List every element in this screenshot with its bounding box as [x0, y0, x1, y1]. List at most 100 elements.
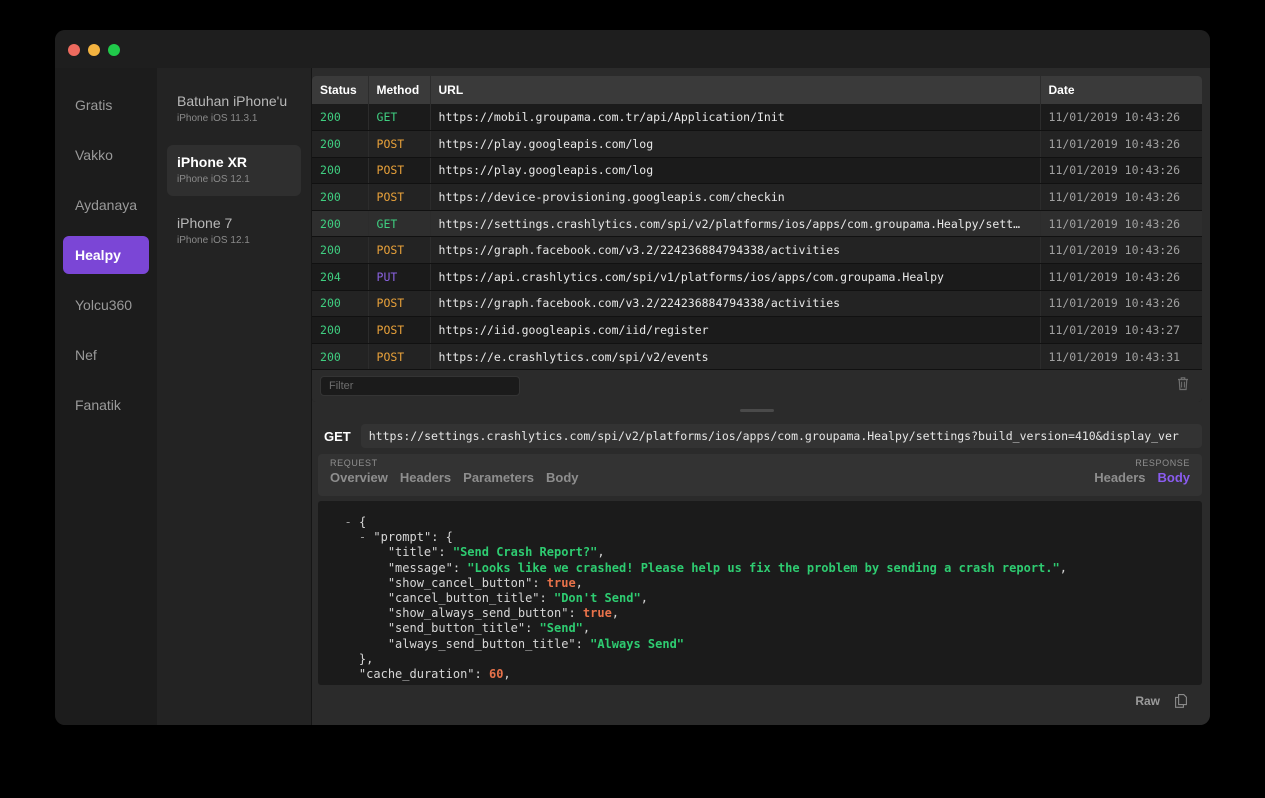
sidebar-item-nef[interactable]: Nef	[63, 336, 149, 374]
json-line: },	[358, 651, 374, 666]
response-section-caption: RESPONSE	[1135, 458, 1191, 468]
sidebar-item-label: Fanatik	[75, 397, 121, 413]
table-header-row: Status Method URL Date	[312, 76, 1203, 104]
cell-url: https://iid.googleapis.com/iid/register	[430, 316, 1041, 344]
tab-request-parameters[interactable]: Parameters	[463, 470, 534, 485]
cell-status: 200	[312, 183, 369, 211]
response-body-json-viewer[interactable]: - { - "prompt": { "title": "Send Crash R…	[318, 501, 1203, 685]
panel-splitter-handle[interactable]	[312, 402, 1202, 418]
minimize-window-button[interactable]	[88, 44, 100, 56]
cell-date: 11/01/2019 10:43:26	[1040, 290, 1203, 318]
json-line: "title": "Send Crash Report?",	[387, 545, 605, 560]
tab-request-headers[interactable]: Headers	[400, 470, 451, 485]
main-content-area: Status Method URL Date 200 GET https://mob…	[312, 68, 1210, 725]
sidebar-item-vakko[interactable]: Vakko	[63, 136, 149, 174]
json-line: "cancel_button_title": "Don't Send",	[387, 591, 648, 606]
device-list-item[interactable]: iPhone 7 iPhone iOS 12.1	[167, 206, 301, 257]
table-row[interactable]: 200 GET https://settings.crashlytics.com/s…	[312, 210, 1203, 238]
response-tab-group: RESPONSE Headers Body	[1094, 458, 1190, 496]
trash-icon[interactable]	[1176, 376, 1190, 397]
json-line: "cache_duration": 60,	[358, 667, 511, 682]
requests-panel: Status Method URL Date 200 GET https://mob…	[312, 76, 1203, 402]
cell-date: 11/01/2019 10:43:26	[1040, 263, 1203, 291]
sidebar-item-label: Aydanaya	[75, 197, 138, 213]
device-os-version: iPhone iOS 12.1	[177, 174, 250, 185]
cell-status: 200	[312, 157, 369, 185]
maximize-window-button[interactable]	[108, 44, 120, 56]
table-row[interactable]: 200 GET https://mobil.groupama.com.tr/api/…	[312, 104, 1203, 132]
sidebar-item-fanatik[interactable]: Fanatik	[63, 386, 149, 424]
json-line: "show_cancel_button": true,	[387, 575, 583, 590]
table-row[interactable]: 200 POST https://play.googleapis.com/log 11…	[312, 157, 1203, 185]
cell-method: POST	[368, 157, 431, 185]
device-list-item[interactable]: Batuhan iPhone'u iPhone iOS 11.3.1	[167, 84, 301, 135]
column-header-date[interactable]: Date	[1040, 76, 1203, 104]
window-body: Gratis Vakko Aydanaya Healpy Yolcu360 Nef Fana…	[55, 68, 1210, 725]
table-row[interactable]: 204 PUT https://api.crashlytics.com/spi/v1…	[312, 263, 1203, 291]
request-url-bar: GET https://settings.crashlytics.com/spi…	[312, 418, 1203, 454]
cell-method: POST	[368, 316, 431, 344]
json-line: "message": "Looks like we crashed! Pleas…	[387, 560, 1067, 575]
column-header-method[interactable]: Method	[368, 76, 431, 104]
window-titlebar	[55, 30, 1210, 68]
sidebar-item-healpy[interactable]: Healpy	[63, 236, 150, 274]
cell-url: https://graph.facebook.com/v3.2/22423688…	[430, 290, 1041, 318]
cell-method: GET	[368, 210, 431, 238]
table-row[interactable]: 200 POST https://iid.googleapis.com/iid/re…	[312, 316, 1203, 344]
json-line: - "prompt": {	[358, 530, 453, 545]
cell-method: GET	[368, 104, 431, 132]
cell-url: https://graph.facebook.com/v3.2/22423688…	[430, 236, 1041, 265]
json-collapse-toggle[interactable]: -	[344, 515, 351, 529]
cell-status: 200	[312, 236, 369, 265]
device-name: iPhone XR	[177, 154, 248, 170]
response-tabs: Headers Body	[1094, 470, 1190, 485]
table-row[interactable]: 200 POST https://e.crashlytics.com/spi/v2/…	[312, 343, 1203, 371]
request-tab-group: REQUEST Overview Headers Parameters Body	[330, 458, 578, 496]
column-header-status[interactable]: Status	[312, 76, 369, 104]
sidebar-item-yolcu360[interactable]: Yolcu360	[63, 286, 149, 324]
request-method-label: GET	[324, 428, 351, 444]
cell-status: 200	[312, 290, 369, 318]
tab-request-overview[interactable]: Overview	[330, 470, 388, 485]
table-row[interactable]: 200 POST https://graph.facebook.com/v3.2/2…	[312, 290, 1203, 318]
cell-url: https://play.googleapis.com/log	[430, 157, 1041, 185]
cell-method: POST	[368, 290, 431, 318]
request-detail-panel: GET https://settings.crashlytics.com/spi…	[312, 418, 1203, 717]
cell-status: 200	[312, 343, 369, 371]
raw-toggle-button[interactable]: Raw	[1135, 694, 1160, 708]
device-name: iPhone 7	[177, 215, 233, 231]
sidebar-item-aydanaya[interactable]: Aydanaya	[63, 186, 149, 224]
json-line: "show_always_send_button": true,	[387, 606, 620, 621]
close-window-button[interactable]	[68, 44, 80, 56]
device-list-panel: Batuhan iPhone'u iPhone iOS 11.3.1 iPhone …	[157, 68, 313, 725]
json-collapse-toggle[interactable]: -	[359, 530, 366, 544]
requests-table-header: Status Method URL Date	[312, 76, 1203, 104]
request-url-field[interactable]: https://settings.crashlytics.com/spi/v2/…	[360, 424, 1203, 448]
device-list-item[interactable]: iPhone XR iPhone iOS 12.1	[167, 145, 302, 196]
cell-date: 11/01/2019 10:43:26	[1040, 104, 1203, 132]
cell-date: 11/01/2019 10:43:26	[1040, 157, 1203, 185]
cell-url: https://mobil.groupama.com.tr/api/Applic…	[430, 104, 1041, 132]
cell-date: 11/01/2019 10:43:27	[1040, 316, 1203, 344]
column-header-url[interactable]: URL	[430, 76, 1041, 104]
cell-method: POST	[368, 183, 431, 211]
sidebar-item-label: Yolcu360	[75, 297, 133, 313]
cell-method: POST	[368, 343, 431, 371]
sidebar-item-gratis[interactable]: Gratis	[63, 86, 149, 124]
device-os-version: iPhone iOS 11.3.1	[177, 113, 258, 124]
tab-request-body[interactable]: Body	[546, 470, 579, 485]
copy-icon[interactable]	[1174, 693, 1188, 709]
app-sidebar: Gratis Vakko Aydanaya Healpy Yolcu360 Nef Fana…	[55, 68, 158, 725]
table-row[interactable]: 200 POST https://graph.facebook.com/v3.2/2…	[312, 236, 1203, 265]
cell-date: 11/01/2019 10:43:26	[1040, 130, 1203, 158]
tab-response-body[interactable]: Body	[1158, 470, 1191, 485]
table-row[interactable]: 200 POST https://device-provisioning.googl…	[312, 183, 1203, 211]
request-tabs: Overview Headers Parameters Body	[330, 470, 578, 485]
cell-method: PUT	[368, 263, 431, 291]
filter-bar	[312, 370, 1203, 402]
table-row[interactable]: 200 POST https://play.googleapis.com/log 11…	[312, 130, 1203, 158]
filter-input[interactable]	[320, 376, 521, 397]
cell-url: https://device-provisioning.googleapis.c…	[430, 183, 1041, 211]
device-os-version: iPhone iOS 12.1	[177, 235, 250, 246]
tab-response-headers[interactable]: Headers	[1094, 470, 1145, 485]
